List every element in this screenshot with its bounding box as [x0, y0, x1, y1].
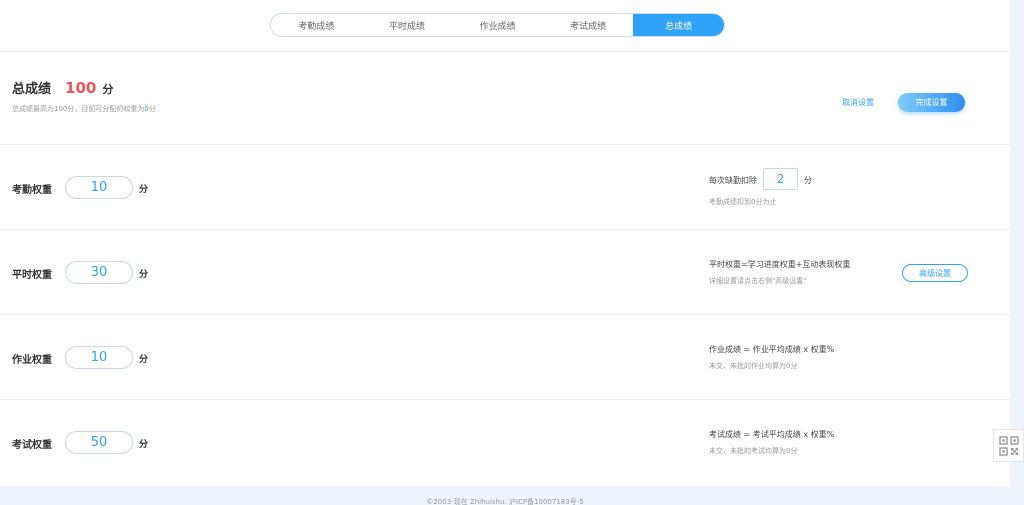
exam-weight-label: 考试权重	[12, 440, 52, 451]
scrollbar[interactable]	[1010, 0, 1024, 486]
divider	[0, 399, 1010, 400]
exam-weight-unit: 分	[139, 440, 149, 450]
exam-formula: 考试成绩 = 考试平均成绩 x 权重%	[709, 430, 835, 439]
attendance-weight-unit: 分	[139, 185, 149, 195]
total-score-heading: 总成绩 100 分	[12, 78, 113, 97]
exam-note: 未交、未批的考试均算为0分	[709, 447, 798, 455]
total-score-unit: 分	[102, 83, 114, 96]
tab-exam[interactable]: 考试成绩	[543, 14, 634, 36]
homework-note: 未交、未批的作业均算为0分	[709, 362, 798, 370]
regular-note: 详细设置请点击右侧"高级设置"	[709, 277, 807, 285]
cancel-settings-link[interactable]: 取消设置	[842, 97, 874, 108]
tab-regular[interactable]: 平时成绩	[362, 14, 453, 36]
divider	[0, 314, 1010, 315]
grade-tabs: 考勤成绩 平时成绩 作业成绩 考试成绩 总成绩	[270, 13, 725, 37]
exam-weight-input[interactable]	[65, 431, 133, 454]
regular-weight-label: 平时权重	[12, 270, 52, 281]
advanced-settings-button[interactable]: 高级设置	[902, 264, 968, 282]
finish-settings-button[interactable]: 完成设置	[898, 93, 965, 112]
qr-code-button[interactable]	[993, 429, 1024, 462]
total-score-value: 100	[65, 79, 97, 97]
divider	[0, 51, 1010, 52]
total-note-prefix: 总成绩最高为100分，目前可分配的权重为	[12, 105, 145, 113]
total-score-title: 总成绩	[12, 82, 52, 97]
attendance-weight-input[interactable]	[65, 176, 133, 199]
homework-formula: 作业成绩 = 作业平均成绩 x 权重%	[709, 345, 835, 354]
regular-weight-input[interactable]	[65, 261, 133, 284]
tab-total[interactable]: 总成绩	[633, 14, 724, 36]
tab-attendance[interactable]: 考勤成绩	[271, 14, 362, 36]
total-note-suffix: 分	[148, 105, 156, 113]
tab-homework[interactable]: 作业成绩	[452, 14, 543, 36]
footer-copyright: ©2003-现在 Zhihuishu. 沪ICP备10007183号-5	[426, 498, 584, 505]
regular-weight-unit: 分	[139, 270, 149, 280]
total-score-note: 总成绩最高为100分，目前可分配的权重为0分	[12, 104, 156, 114]
absence-deduct-unit: 分	[804, 176, 812, 185]
homework-weight-input[interactable]	[65, 346, 133, 369]
divider	[0, 144, 1010, 145]
homework-weight-label: 作业权重	[12, 355, 52, 366]
divider	[0, 229, 1010, 230]
qr-code-icon	[998, 435, 1019, 456]
absence-deduct-label: 每次缺勤扣除	[709, 176, 757, 185]
homework-weight-unit: 分	[139, 355, 149, 365]
regular-formula: 平时权重=学习进度权重+互动表现权重	[709, 260, 851, 269]
grade-settings-panel: 考勤成绩 平时成绩 作业成绩 考试成绩 总成绩 总成绩 100 分 总成绩最高为…	[0, 0, 1010, 486]
attendance-weight-label: 考勤权重	[12, 185, 52, 196]
absence-deduct-input[interactable]	[763, 168, 798, 190]
attendance-note: 考勤成绩扣到0分为止	[709, 198, 777, 206]
